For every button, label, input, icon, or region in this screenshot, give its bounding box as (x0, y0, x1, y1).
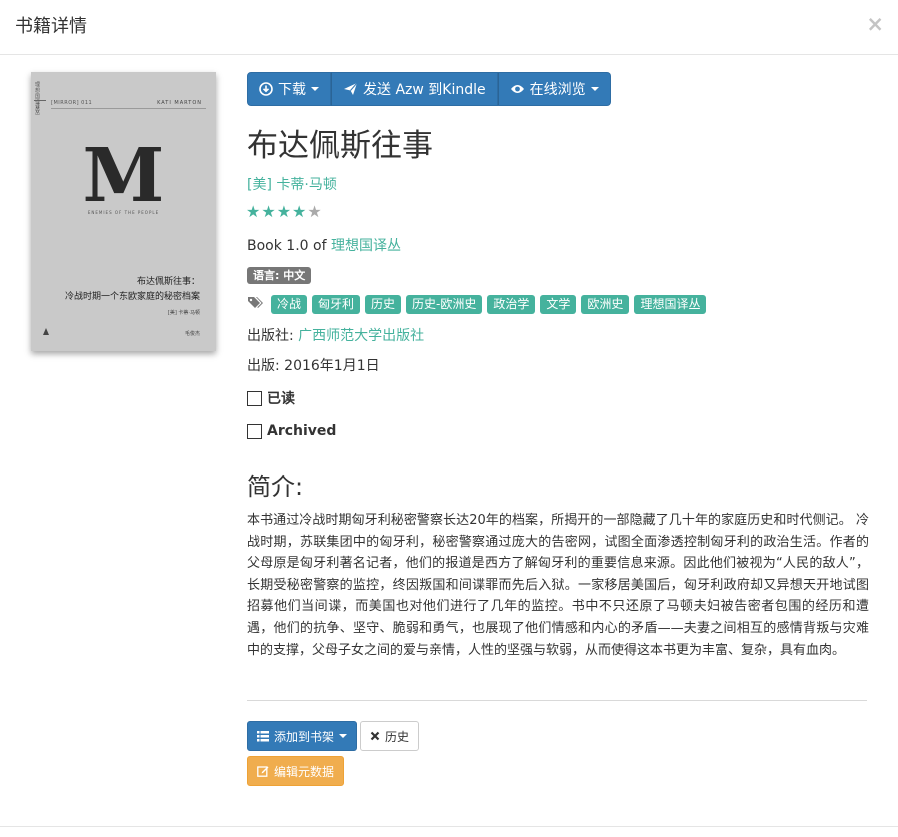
read-online-label: 在线浏览 (529, 82, 586, 98)
send-icon (343, 82, 358, 96)
tag-item[interactable]: 冷战 (271, 295, 308, 314)
cover-title-cn-2: 冷战时期一个东欧家庭的秘密档案 (64, 292, 200, 302)
description-heading: 简介: (247, 473, 304, 501)
publish-date: 出版: 2016年1月1日 (247, 358, 380, 374)
publisher-logo-icon (43, 328, 49, 335)
tags-icon (247, 296, 265, 314)
archived-label: Archived (267, 423, 337, 439)
send-to-kindle-button[interactable]: 发送 Azw 到Kindle (331, 72, 498, 106)
edit-metadata-label: 编辑元数据 (274, 764, 335, 779)
book-title: 布达佩斯往事 (247, 128, 433, 164)
close-x-icon (370, 731, 380, 741)
rating-stars: ★★★★★ (246, 202, 323, 221)
chevron-down-icon (590, 87, 599, 91)
cover-rule (51, 108, 206, 109)
star-filled-icon: ★ (246, 202, 262, 221)
list-icon (257, 730, 269, 742)
history-label: 历史 (385, 729, 410, 744)
description-text: 本书通过冷战时期匈牙利秘密警察长达20年的档案，所揭开的一部隐藏了几十年的家庭历… (247, 513, 869, 658)
archived-checkbox[interactable] (247, 423, 262, 439)
cover-subtitle-en: ENEMIES OF THE PEOPLE (87, 210, 160, 215)
tag-item[interactable]: 欧洲史 (581, 295, 630, 314)
language-badge: 语言: 中文 (247, 267, 312, 284)
star-filled-icon: ★ (261, 202, 277, 221)
star-empty-icon: ★ (307, 202, 323, 221)
read-online-button[interactable]: 在线浏览 (497, 72, 611, 106)
tag-list: 冷战 匈牙利 历史 历史-欧洲史 政治学 文学 欧洲史 理想国译丛 (247, 295, 711, 314)
modal-title: 书籍详情 (15, 16, 87, 37)
history-button[interactable]: 历史 (360, 721, 420, 751)
modal-bottom-border (0, 826, 898, 827)
cover-mirror-label: [MIRROR] 011 (51, 100, 93, 106)
tag-item[interactable]: 匈牙利 (312, 295, 361, 314)
series-prefix: Book 1.0 of (247, 238, 331, 254)
book-series: Book 1.0 of 理想国译丛 (247, 235, 401, 255)
series-link[interactable]: 理想国译丛 (331, 238, 401, 254)
tag-item[interactable]: 理想国译丛 (634, 295, 707, 314)
read-label: 已读 (267, 391, 295, 407)
download-button[interactable]: 下载 (247, 72, 331, 106)
publisher-label: 出版社: (247, 328, 299, 344)
edit-metadata-button[interactable]: 编辑元数据 (247, 756, 345, 786)
add-to-shelf-button[interactable]: 添加到书架 (247, 721, 358, 751)
divider (247, 700, 867, 701)
download-icon (259, 82, 273, 96)
download-label: 下载 (278, 82, 306, 98)
book-cover: 理想国译丛 译丛 [MIRROR] 011 KATI MARTON M ENEM… (31, 72, 216, 351)
cover-big-letter: M (82, 133, 165, 219)
tag-item[interactable]: 历史-欧洲史 (406, 295, 483, 314)
book-details-modal: 书籍详情 × 理想国译丛 译丛 [MIRROR] 011 KATI MARTON… (0, 0, 898, 837)
cover-divider (34, 100, 46, 101)
action-button-group: 下载 发送 Azw 到Kindle 在线浏览 (247, 72, 611, 106)
tag-item[interactable]: 政治学 (487, 295, 536, 314)
modal-header: 书籍详情 × (0, 0, 898, 55)
eye-icon (510, 83, 525, 95)
cover-translator-vertical: 译丛 (35, 104, 41, 116)
cover-title-cn-1: 布达佩斯往事： (136, 277, 200, 287)
cover-author-en: KATI MARTON (157, 100, 202, 106)
read-checkbox[interactable] (247, 390, 262, 406)
send-to-kindle-label: 发送 Azw 到Kindle (363, 82, 486, 98)
book-author-link[interactable]: [美] 卡蒂·马顿 (247, 174, 337, 194)
publisher-info: 出版社: 广西师范大学出版社 (247, 325, 424, 345)
chevron-down-icon (311, 87, 319, 91)
star-filled-icon: ★ (276, 202, 293, 221)
star-filled-icon: ★ (292, 202, 308, 221)
add-to-shelf-label: 添加到书架 (274, 729, 335, 744)
close-icon[interactable]: × (866, 12, 884, 36)
tag-item[interactable]: 历史 (365, 295, 402, 314)
cover-author-cn: [美] 卡蒂·马顿 (167, 310, 200, 316)
chevron-down-icon (339, 734, 348, 738)
tag-item[interactable]: 文学 (540, 295, 577, 314)
edit-icon (257, 765, 269, 777)
publisher-link[interactable]: 广西师范大学出版社 (298, 328, 424, 344)
archived-checkbox-row[interactable]: Archived (247, 423, 336, 439)
cover-translator-cn: 毛俊杰 (184, 331, 200, 337)
read-checkbox-row[interactable]: 已读 (247, 388, 295, 408)
